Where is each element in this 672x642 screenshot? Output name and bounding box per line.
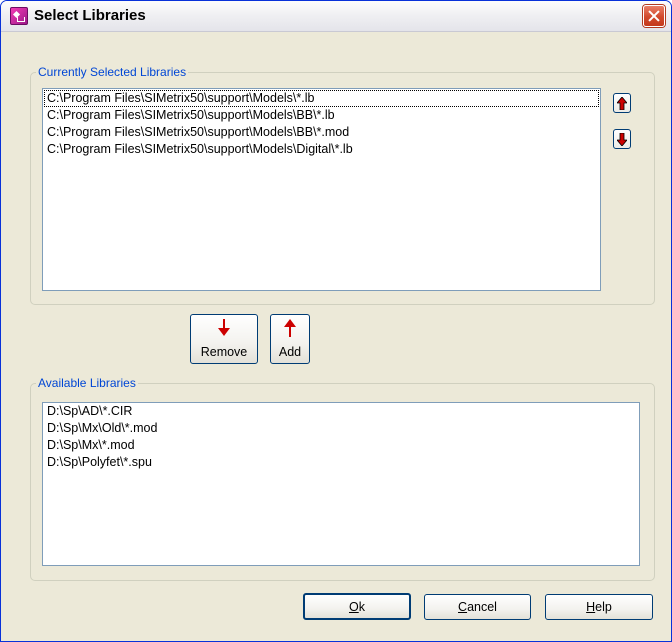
window-title: Select Libraries [34,7,146,24]
available-libraries-list[interactable]: D:\Sp\AD\*.CIR D:\Sp\Mx\Old\*.mod D:\Sp\… [42,402,640,566]
add-button[interactable]: Add [270,314,310,364]
arrow-down-icon [617,133,627,146]
list-item[interactable]: D:\Sp\Mx\*.mod [43,437,639,454]
available-libraries-legend: Available Libraries [38,376,136,390]
add-label: Add [278,345,302,359]
title-bar[interactable]: Select Libraries [1,1,671,32]
list-item[interactable]: C:\Program Files\SIMetrix50\support\Mode… [43,107,600,124]
close-button[interactable] [643,5,665,27]
selected-libraries-list[interactable]: C:\Program Files\SIMetrix50\support\Mode… [42,88,601,291]
select-libraries-dialog: Select Libraries Currently Selected Libr… [0,0,672,642]
arrow-up-icon [617,97,627,110]
ok-mnemonic: O [349,600,359,614]
list-item[interactable]: D:\Sp\Mx\Old\*.mod [43,420,639,437]
move-down-button[interactable] [613,129,631,149]
cancel-mnemonic: C [458,600,468,614]
remove-label: Remove [200,345,248,359]
ok-button[interactable]: Ok [303,593,411,620]
list-item[interactable]: C:\Program Files\SIMetrix50\support\Mode… [43,124,600,141]
cancel-label: ancel [467,600,497,614]
list-item[interactable]: C:\Program Files\SIMetrix50\support\Mode… [44,90,599,107]
help-button[interactable]: Help [545,594,653,620]
list-item[interactable]: D:\Sp\Polyfet\*.spu [43,454,639,471]
help-mnemonic: H [586,600,596,614]
move-up-button[interactable] [613,93,631,113]
ok-label: k [358,600,365,614]
help-label: elp [595,600,612,614]
add-arrow-up-icon [284,319,296,337]
list-item[interactable]: D:\Sp\AD\*.CIR [43,403,639,420]
remove-button[interactable]: Remove [190,314,258,364]
cancel-button[interactable]: Cancel [424,594,531,620]
selected-libraries-legend: Currently Selected Libraries [38,65,187,79]
remove-arrow-down-icon [218,319,230,336]
app-icon [10,7,28,25]
list-item[interactable]: C:\Program Files\SIMetrix50\support\Mode… [43,141,600,158]
